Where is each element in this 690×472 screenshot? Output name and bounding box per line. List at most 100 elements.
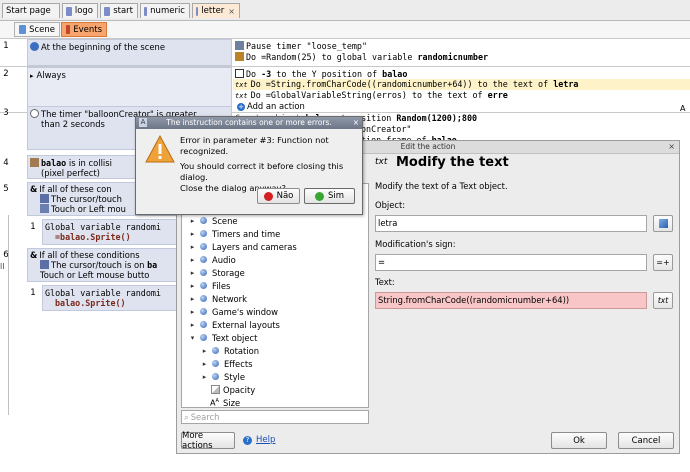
object-field[interactable]: letra bbox=[375, 215, 647, 232]
close-icon[interactable]: × bbox=[353, 117, 359, 129]
no-icon bbox=[263, 191, 273, 201]
event-number: 4 bbox=[3, 158, 9, 168]
event-5-1-conditions[interactable]: Global variable randomi =balao.Sprite() bbox=[42, 219, 177, 245]
tree-item-label: Text object bbox=[212, 332, 258, 343]
left-edge-label: ll bbox=[0, 262, 5, 271]
tab-scene[interactable]: Scene bbox=[14, 22, 60, 37]
help-icon: ? bbox=[243, 435, 252, 445]
more-actions-button[interactable]: More actions bbox=[181, 431, 235, 451]
ok-button[interactable]: Ok bbox=[551, 432, 607, 449]
category-icon bbox=[200, 243, 207, 250]
action-tree[interactable]: ▸ Scene ▸ Timers and time ▸ Layers and came… bbox=[181, 183, 369, 408]
condition-text: is in collisi bbox=[66, 158, 112, 168]
expander-icon: ▸ bbox=[190, 216, 195, 225]
text-expression-field[interactable]: String.fromCharCode((randomicnumber+64)) bbox=[375, 292, 647, 309]
choose-sign-button[interactable]: =+ bbox=[653, 254, 673, 271]
cursor-icon bbox=[40, 260, 49, 269]
tree-item-scene[interactable]: ▸ Scene bbox=[188, 214, 238, 227]
tree-item-external-layouts[interactable]: ▸ External layouts bbox=[188, 318, 280, 331]
no-button[interactable]: Não bbox=[257, 188, 300, 204]
tree-item-effects[interactable]: ▸ Effects bbox=[200, 357, 253, 370]
tree-item-timers[interactable]: ▸ Timers and time bbox=[188, 227, 281, 240]
tree-item-label: Rotation bbox=[224, 345, 260, 356]
action-text: onCreator" bbox=[361, 124, 412, 134]
tree-item-network[interactable]: ▸ Network bbox=[188, 292, 247, 305]
tree-item-files[interactable]: ▸ Files bbox=[188, 279, 231, 292]
category-icon bbox=[200, 308, 207, 315]
tree-item-storage[interactable]: ▸ Storage bbox=[188, 266, 245, 279]
condition-text: The cursor/touch bbox=[51, 194, 122, 204]
tab-label: numeric bbox=[150, 6, 185, 16]
tab-start-page[interactable]: Start page bbox=[2, 3, 60, 18]
error-line: You should correct it before closing thi… bbox=[180, 161, 344, 182]
variable-name: randomicnumber bbox=[417, 52, 489, 62]
action-heading: Modify the text bbox=[396, 155, 509, 170]
tree-item-label: Size bbox=[223, 397, 241, 408]
sign-field[interactable]: = bbox=[375, 254, 647, 271]
scene-start-icon bbox=[30, 42, 39, 51]
search-input[interactable]: ⌕ Search bbox=[181, 410, 369, 424]
event-1-actions[interactable]: Pause timer "loose_temp" Do =Random(25) … bbox=[233, 39, 690, 66]
condition-text: If all of these con bbox=[39, 184, 112, 194]
app-icon: A bbox=[139, 118, 147, 127]
timer-icon bbox=[235, 41, 244, 50]
tab-label: letter bbox=[201, 6, 225, 16]
tree-item-text-object[interactable]: ▾ Text object bbox=[188, 331, 258, 344]
tab-logo[interactable]: logo bbox=[62, 3, 98, 18]
and-icon: & bbox=[30, 250, 38, 260]
event-number: 5 bbox=[3, 184, 9, 194]
action-text: Global variable randomi bbox=[45, 222, 161, 232]
tab-events[interactable]: Events bbox=[61, 22, 107, 37]
close-icon[interactable]: × bbox=[668, 142, 675, 151]
object-name: letra bbox=[553, 79, 579, 89]
yes-button[interactable]: Sim bbox=[304, 188, 355, 204]
expand-arrow-icon: ▸ bbox=[30, 72, 34, 80]
tree-item-style[interactable]: ▸ Style bbox=[200, 370, 245, 383]
cancel-button[interactable]: Cancel bbox=[618, 432, 674, 449]
variable-icon bbox=[235, 52, 244, 61]
tree-item-rotation[interactable]: ▸ Rotation bbox=[200, 344, 259, 357]
cursor-icon bbox=[40, 194, 49, 203]
yes-label: Sim bbox=[327, 191, 345, 201]
events-icon bbox=[66, 25, 71, 34]
error-dialog: A The instruction contains one or more e… bbox=[135, 116, 363, 215]
opacity-icon bbox=[211, 385, 220, 394]
tree-item-game-window[interactable]: ▸ Game's window bbox=[188, 305, 278, 318]
and-icon: & bbox=[30, 184, 38, 194]
add-action-button[interactable]: + Add an action bbox=[237, 101, 305, 111]
tree-item-opacity[interactable]: Opacity bbox=[200, 383, 255, 396]
action-text: Do =Random(25) to global variable bbox=[246, 52, 418, 62]
expander-icon: ▸ bbox=[202, 372, 207, 381]
expander-icon: ▸ bbox=[190, 281, 195, 290]
tab-numeric[interactable]: numeric bbox=[140, 3, 190, 18]
category-icon bbox=[212, 347, 219, 354]
expander-icon: ▸ bbox=[202, 359, 207, 368]
expander-icon: ▸ bbox=[190, 268, 195, 277]
event-number: 2 bbox=[3, 69, 9, 79]
tree-item-layers[interactable]: ▸ Layers and cameras bbox=[188, 240, 297, 253]
help-link[interactable]: ? Help bbox=[243, 435, 275, 445]
tab-start[interactable]: start bbox=[100, 3, 138, 18]
choose-object-button[interactable] bbox=[653, 215, 673, 232]
event-2-actions[interactable]: Do -3 to the Y position of balao txt Do =… bbox=[233, 67, 690, 112]
event-6-1-conditions[interactable]: Global variable randomi balao.Sprite() bbox=[42, 285, 177, 311]
scene-icon bbox=[19, 25, 27, 34]
tree-item-audio[interactable]: ▸ Audio bbox=[188, 253, 236, 266]
tree-item-size[interactable]: AA Size bbox=[200, 396, 240, 408]
event-1-conditions[interactable]: At the beginning of the scene bbox=[27, 39, 232, 66]
error-message: Error in parameter #3: Function not reco… bbox=[180, 135, 358, 194]
tree-item-label: Opacity bbox=[223, 384, 256, 395]
tree-item-label: Storage bbox=[212, 267, 245, 278]
category-icon bbox=[200, 269, 207, 276]
error-dialog-titlebar: A The instruction contains one or more e… bbox=[136, 117, 362, 129]
expander-icon: ▸ bbox=[190, 229, 195, 238]
action-text: Do bbox=[246, 69, 262, 79]
close-tab-icon[interactable]: × bbox=[228, 7, 235, 16]
event-6-conditions[interactable]: & If all of these conditions The cursor/t… bbox=[27, 248, 177, 282]
event-number: 1 bbox=[3, 41, 9, 51]
category-icon bbox=[200, 282, 207, 289]
mouse-icon bbox=[40, 204, 49, 213]
tab-letter[interactable]: letter × bbox=[192, 3, 240, 18]
add-action-label: Add an action bbox=[247, 101, 305, 111]
text-editor-button[interactable]: txt bbox=[653, 292, 673, 309]
